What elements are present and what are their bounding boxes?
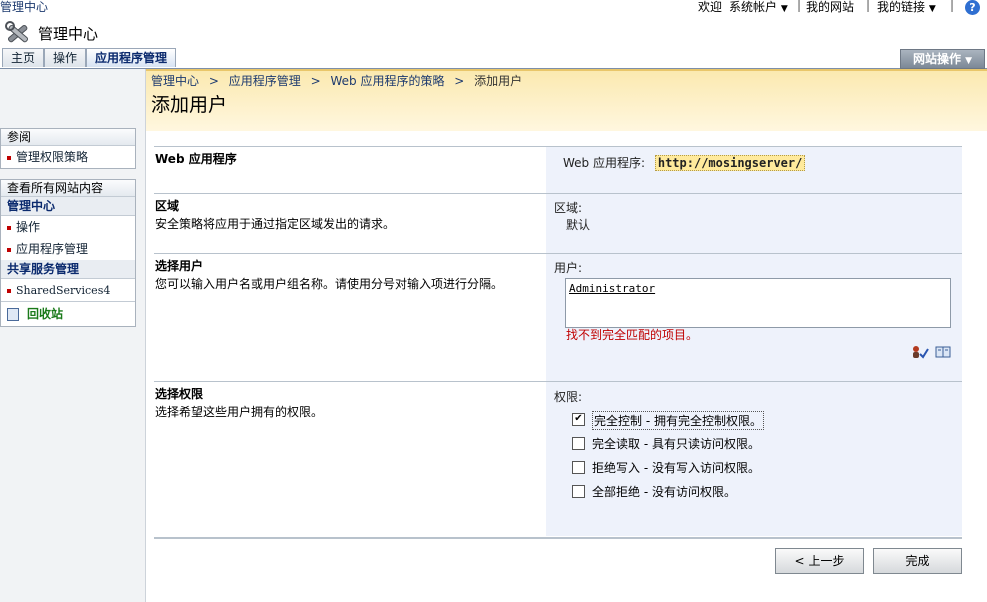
divider: |	[797, 0, 802, 12]
site-name-link[interactable]: 管理中心	[0, 0, 48, 15]
permissions-section-title: 选择权限	[155, 387, 204, 401]
nav-item-shared-services4[interactable]: SharedServices4	[1, 279, 135, 301]
top-bar: 管理中心 欢迎 系统帐户 ▼ | 我的网站 | 我的链接 ▼ | ?	[0, 0, 987, 16]
checkbox[interactable]	[572, 437, 585, 450]
permissions-label: 权限:	[554, 390, 583, 404]
permission-label: 全部拒绝 - 没有访问权限。	[592, 485, 736, 499]
zone-label: 区域:	[554, 201, 583, 215]
back-button[interactable]: < 上一步	[775, 548, 864, 574]
chevron-down-icon: ▼	[780, 4, 788, 14]
back-button-label: 上一步	[808, 554, 845, 568]
zone-section-title: 区域	[155, 199, 180, 213]
users-section-title: 选择用户	[155, 259, 204, 273]
divider: |	[866, 0, 871, 12]
nav-label: 操作	[16, 220, 41, 234]
breadcrumb-current: 添加用户	[474, 74, 523, 88]
bullet-icon	[7, 247, 11, 252]
my-links-menu[interactable]: 我的链接 ▼	[877, 0, 936, 15]
breadcrumb: 管理中心 > 应用程序管理 > Web 应用程序的策略 > 添加用户	[151, 72, 522, 89]
help-icon[interactable]: ?	[965, 0, 980, 15]
site-actions-menu[interactable]: 网站操作 ▼	[900, 49, 985, 69]
users-description: 您可以输入用户名或用户组名称。请使用分号对输入项进行分隔。	[155, 277, 504, 291]
checkbox-checked-icon[interactable]: ✔	[572, 413, 585, 426]
title-row: 管理中心	[0, 18, 987, 48]
section-divider	[154, 193, 962, 194]
account-name: 系统帐户	[729, 0, 778, 14]
breadcrumb-separator: >	[310, 74, 321, 88]
welcome-text: 欢迎	[698, 0, 723, 14]
chevron-down-icon: ▼	[928, 4, 936, 14]
nav-item-app-management[interactable]: 应用程序管理	[1, 238, 135, 260]
checkbox[interactable]	[572, 461, 585, 474]
zone-description: 安全策略将应用于通过指定区域发出的请求。	[155, 217, 396, 231]
bullet-icon	[7, 225, 11, 230]
bullet-icon	[7, 155, 11, 160]
users-input[interactable]: Administrator	[565, 278, 951, 328]
section-divider	[154, 537, 962, 539]
quick-launch-box: 查看所有网站内容 管理中心 操作 应用程序管理 共享服务管理 SharedSer…	[0, 179, 136, 327]
nav-section-central-admin[interactable]: 管理中心	[1, 197, 135, 216]
web-app-field: Web 应用程序: http://mosingserver/	[563, 154, 806, 171]
tools-icon	[5, 21, 29, 43]
permissions-description: 选择希望这些用户拥有的权限。	[155, 405, 324, 419]
nav-section-shared-services[interactable]: 共享服务管理	[1, 260, 135, 279]
check-names-icon[interactable]	[911, 345, 929, 359]
see-also-box: 参阅 管理权限策略	[0, 128, 136, 169]
nav-item-operations[interactable]: 操作	[1, 216, 135, 238]
tab-operations[interactable]: 操作	[44, 48, 87, 67]
chevron-down-icon: ▼	[965, 56, 973, 66]
browse-address-book-icon[interactable]	[935, 346, 951, 358]
nav-item-manage-policy[interactable]: 管理权限策略	[1, 146, 135, 168]
nav-label: 管理权限策略	[16, 150, 89, 164]
zone-panel	[546, 194, 962, 253]
my-links-label: 我的链接	[877, 0, 926, 14]
nav-label: 回收站	[27, 307, 64, 321]
nav-label: SharedServices4	[16, 284, 111, 297]
section-divider	[154, 253, 962, 254]
breadcrumb-central-admin[interactable]: 管理中心	[151, 74, 199, 88]
divider: |	[950, 0, 955, 12]
top-nav-tabs: 主页 操作 应用程序管理 网站操作 ▼	[0, 48, 987, 70]
breadcrumb-separator: >	[208, 74, 219, 88]
bullet-icon	[7, 288, 11, 293]
account-menu[interactable]: 系统帐户 ▼	[729, 0, 788, 15]
nav-label: 应用程序管理	[16, 242, 89, 256]
users-label: 用户:	[554, 261, 583, 275]
site-title: 管理中心	[38, 25, 99, 43]
web-app-selector[interactable]: http://mosingserver/	[654, 155, 806, 171]
view-all-site-content-link[interactable]: 查看所有网站内容	[1, 180, 135, 197]
permission-label: 完全控制 - 拥有完全控制权限。	[592, 411, 764, 430]
section-divider	[154, 146, 962, 147]
my-site-link[interactable]: 我的网站	[806, 0, 854, 15]
permission-label: 完全读取 - 具有只读访问权限。	[592, 437, 760, 451]
users-error-message: 找不到完全匹配的项目。	[566, 328, 699, 342]
users-input-value: Administrator	[569, 282, 656, 295]
site-actions-label: 网站操作	[912, 52, 961, 66]
checkbox[interactable]	[572, 485, 585, 498]
nav-item-recycle-bin[interactable]: 回收站	[1, 301, 135, 326]
finish-button[interactable]: 完成	[873, 548, 962, 574]
tab-home[interactable]: 主页	[2, 48, 45, 67]
recycle-bin-icon	[7, 308, 19, 321]
section-divider	[154, 381, 962, 382]
see-also-heading: 参阅	[1, 129, 135, 146]
chevron-left-icon: <	[794, 554, 805, 568]
breadcrumb-app-management[interactable]: 应用程序管理	[229, 74, 301, 88]
web-app-section-title: Web 应用程序	[155, 152, 237, 166]
breadcrumb-separator: >	[454, 74, 465, 88]
left-navigation: 参阅 管理权限策略 查看所有网站内容 管理中心 操作 应用程序管理 共享服务管理…	[0, 69, 146, 602]
page-title: 添加用户	[151, 94, 228, 116]
zone-value: 默认	[566, 218, 591, 232]
permission-label: 拒绝写入 - 没有写入访问权限。	[592, 461, 760, 475]
breadcrumb-web-app-policy[interactable]: Web 应用程序的策略	[330, 74, 444, 88]
web-app-label: Web 应用程序:	[563, 156, 646, 170]
tab-application-management[interactable]: 应用程序管理	[86, 48, 177, 67]
